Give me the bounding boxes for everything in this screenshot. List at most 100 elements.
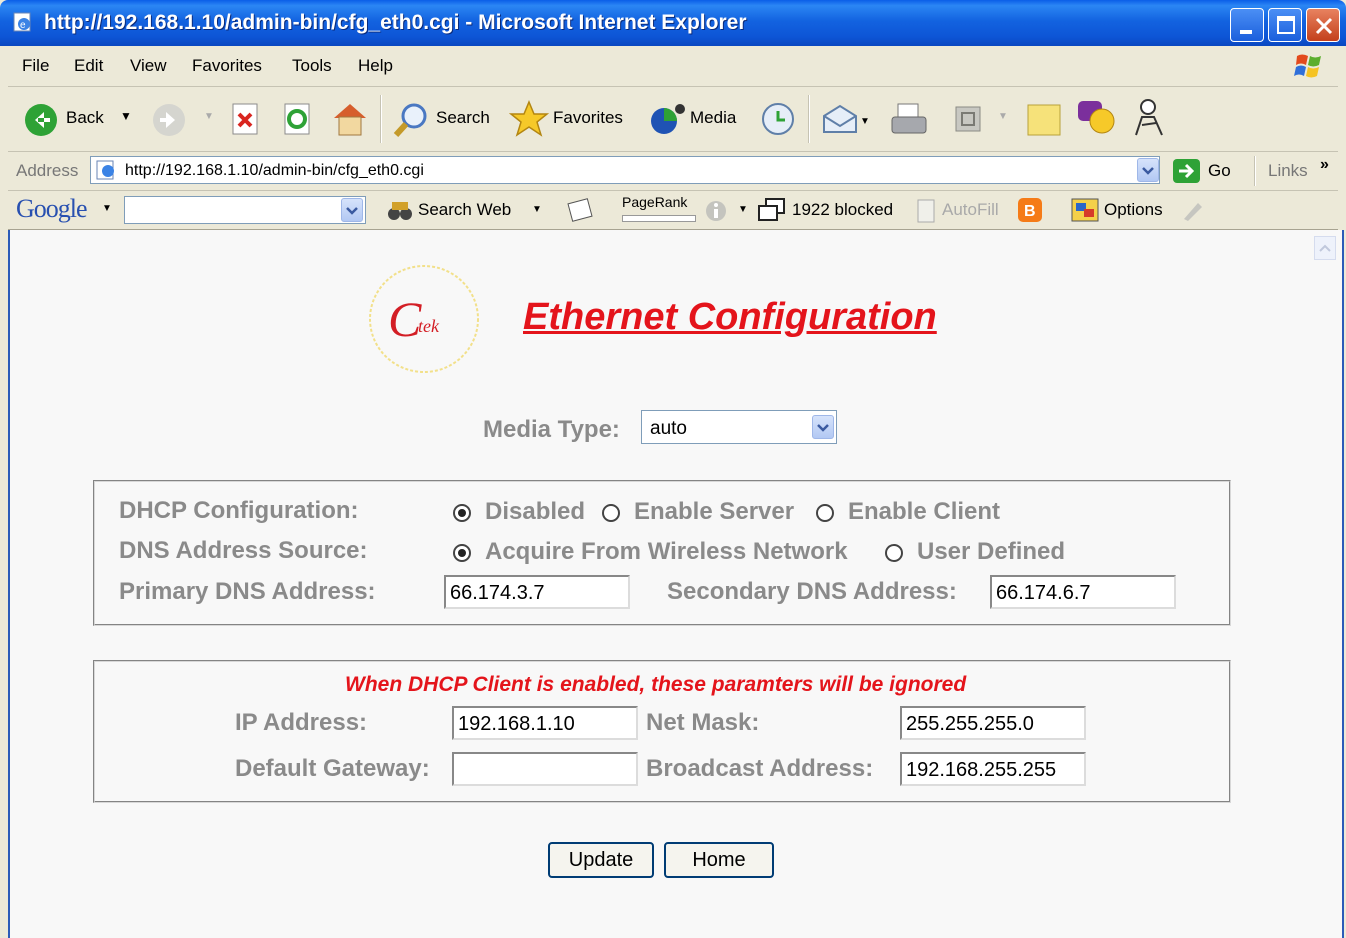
go-button-label[interactable]: Go [1208,161,1231,181]
refresh-icon[interactable] [282,102,314,136]
address-input[interactable]: http://192.168.1.10/admin-bin/cfg_eth0.c… [90,156,1160,184]
back-dropdown-icon[interactable]: ▼ [120,109,132,123]
home-button[interactable]: Home [664,842,774,878]
secondary-dns-value: 66.174.6.7 [996,582,1091,604]
dhcp-enable-server-label[interactable]: Enable Server [634,498,794,526]
update-button[interactable]: Update [548,842,654,878]
autofill-icon[interactable] [914,198,938,224]
maximize-button[interactable] [1268,8,1302,42]
dhcp-client-notice: When DHCP Client is enabled, these param… [345,673,967,696]
scroll-up-button[interactable] [1314,236,1336,260]
info-icon[interactable] [704,199,730,223]
search-icon[interactable] [392,101,432,139]
edit-dropdown-icon[interactable]: ▼ [998,111,1008,122]
popups-blocked-count[interactable]: 1922 blocked [792,200,893,220]
net-mask-label: Net Mask: [646,709,760,736]
google-menu-dropdown-icon[interactable]: ▼ [102,203,112,214]
media-type-select[interactable]: auto [641,410,837,444]
menu-tools[interactable]: Tools [292,56,332,76]
google-search-dropdown-button[interactable] [341,198,363,222]
dhcp-enable-client-radio[interactable] [816,504,834,522]
links-label[interactable]: Links [1268,161,1308,181]
maximize-icon [1277,16,1295,34]
primary-dns-input[interactable]: 66.174.3.7 [444,575,630,609]
dns-user-defined-label[interactable]: User Defined [917,538,1065,566]
standard-toolbar: Back ▼ ▼ Search Favorites Media ▼ ▼ [8,87,1338,152]
dns-acquire-radio[interactable] [453,544,471,562]
messenger-icon[interactable] [1074,97,1118,137]
search-web-button[interactable]: Search Web [418,200,511,220]
search-button-label[interactable]: Search [436,108,490,128]
toolbar-separator [808,95,810,143]
blogger-icon[interactable]: B [1016,196,1044,224]
popup-blocker-icon[interactable] [756,197,788,223]
secondary-dns-input[interactable]: 66.174.6.7 [990,575,1176,609]
google-search-input[interactable] [124,196,366,224]
media-button-label[interactable]: Media [690,108,736,128]
dhcp-disabled-label[interactable]: Disabled [485,498,585,526]
address-url: http://192.168.1.10/admin-bin/cfg_eth0.c… [125,162,424,179]
discuss-note-icon[interactable] [1024,101,1064,139]
toolbar-separator [1254,156,1256,186]
page-icon [96,160,114,180]
dhcp-disabled-radio[interactable] [453,504,471,522]
close-icon [1315,17,1333,35]
secondary-dns-label: Secondary DNS Address: [667,578,957,605]
dhcp-enable-server-radio[interactable] [602,504,620,522]
menu-favorites[interactable]: Favorites [192,56,262,76]
media-icon[interactable] [648,101,688,137]
forward-arrow-icon[interactable] [152,103,186,137]
search-web-dropdown-icon[interactable]: ▼ [532,204,542,215]
print-icon[interactable] [888,101,932,139]
back-button-label[interactable]: Back [66,108,104,128]
menu-edit[interactable]: Edit [74,56,103,76]
dns-user-defined-radio[interactable] [885,544,903,562]
primary-dns-value: 66.174.3.7 [450,582,545,604]
dns-acquire-label[interactable]: Acquire From Wireless Network [485,538,848,566]
stop-icon[interactable] [230,102,262,136]
home-icon[interactable] [330,100,370,138]
mail-icon[interactable]: ▼ [820,102,868,136]
info-dropdown-icon[interactable]: ▼ [738,204,748,215]
options-button[interactable]: Options [1104,200,1163,220]
broadcast-address-value: 192.168.255.255 [906,759,1057,781]
history-icon[interactable] [758,101,798,137]
binoculars-icon[interactable] [386,199,416,223]
news-icon[interactable] [564,197,596,223]
chevron-down-icon [817,424,829,432]
options-icon[interactable] [1070,197,1100,223]
ip-address-input[interactable]: 192.168.1.10 [452,706,638,740]
menu-help[interactable]: Help [358,56,393,76]
title-bar: e http://192.168.1.10/admin-bin/cfg_eth0… [0,0,1346,46]
highlighter-icon[interactable] [1178,197,1206,223]
pagerank-bar [622,215,696,222]
address-dropdown-button[interactable] [1137,158,1159,182]
favorites-button-label[interactable]: Favorites [553,108,623,128]
minimize-button[interactable] [1230,8,1264,42]
edit-page-icon[interactable] [952,103,986,135]
address-bar: Address http://192.168.1.10/admin-bin/cf… [8,152,1338,191]
primary-dns-label: Primary DNS Address: [119,578,376,605]
broadcast-address-input[interactable]: 192.168.255.255 [900,752,1086,786]
media-type-dropdown-button[interactable] [812,415,834,439]
autofill-button[interactable]: AutoFill [942,200,999,220]
dhcp-configuration-label: DHCP Configuration: [119,497,359,524]
window-title: http://192.168.1.10/admin-bin/cfg_eth0.c… [44,11,747,34]
back-arrow-icon[interactable] [24,103,58,137]
broadcast-address-label: Broadcast Address: [646,755,874,782]
chevron-right-icon[interactable]: » [1320,156,1329,174]
go-arrow-icon[interactable] [1172,158,1202,184]
logo-c-text: C [388,291,422,347]
menu-view[interactable]: View [130,56,167,76]
dhcp-enable-client-label[interactable]: Enable Client [848,498,1000,526]
favorites-star-icon[interactable] [508,99,550,139]
google-logo[interactable]: Google [16,194,88,224]
menu-file[interactable]: File [22,56,49,76]
default-gateway-label: Default Gateway: [235,755,430,782]
net-mask-input[interactable]: 255.255.255.0 [900,706,1086,740]
forward-dropdown-icon[interactable]: ▼ [204,111,214,122]
default-gateway-input[interactable] [452,752,638,786]
pagerank-label[interactable]: PageRank [622,194,698,210]
user-icon[interactable] [1130,97,1170,139]
close-button[interactable] [1306,8,1340,42]
